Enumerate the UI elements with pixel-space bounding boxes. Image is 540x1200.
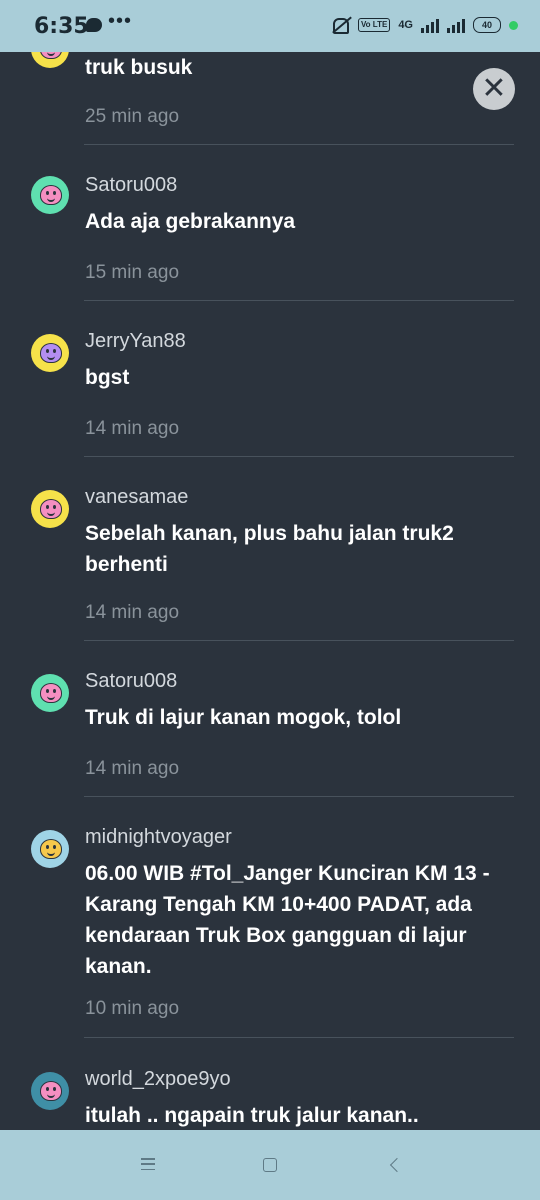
comment-time: 14 min ago (85, 758, 180, 779)
status-icons: Vo LTE 4G 40 (330, 16, 518, 34)
comment-text: Sebelah kanan, plus bahu jalan truk2 ber… (85, 522, 454, 576)
mute-icon (330, 16, 350, 34)
comment-time: 15 min ago (85, 262, 180, 283)
avatar[interactable] (31, 674, 69, 712)
comment-text: bgst (85, 366, 130, 389)
privacy-indicator-icon (509, 20, 518, 30)
comment-text: 06.00 WIB #Tol_Janger Kunciran KM 13 - K… (85, 862, 490, 978)
comment-text: itulah .. ngapain truk jalur kanan.. (85, 1104, 419, 1127)
comment-username[interactable]: Satoru008 (85, 670, 177, 693)
comment-username[interactable]: Satoru008 (85, 174, 177, 197)
comment-time: 25 min ago (85, 106, 180, 127)
comment-time: 10 min ago (85, 998, 180, 1019)
navigation-bar (0, 1130, 540, 1200)
comment-username[interactable]: vanesamae (85, 486, 188, 509)
avatar[interactable] (31, 176, 69, 214)
chat-notification-icon (86, 18, 102, 32)
comment-username[interactable]: world_2xpoe9yo (85, 1068, 231, 1091)
comment-time: 14 min ago (85, 418, 180, 439)
battery-icon: 40 (473, 17, 501, 33)
comment-feed[interactable]: truk busuk 25 min ago Satoru008 Ada aja … (0, 52, 540, 1130)
divider (84, 1037, 514, 1038)
close-button[interactable]: ✕ (473, 68, 515, 110)
divider (84, 144, 514, 145)
avatar[interactable] (31, 52, 69, 68)
more-notifications-icon: ••• (108, 10, 133, 32)
divider (84, 796, 514, 797)
divider (84, 640, 514, 641)
comment-text: Ada aja gebrakannya (85, 210, 296, 233)
avatar[interactable] (31, 490, 69, 528)
comment-username[interactable]: JerryYan88 (85, 330, 186, 353)
recents-icon[interactable] (141, 1158, 155, 1174)
signal-icon-2 (447, 17, 465, 33)
avatar[interactable] (31, 1072, 69, 1110)
signal-icon (421, 17, 439, 33)
status-bar: 6:35 ••• Vo LTE 4G 40 (0, 0, 540, 52)
back-icon[interactable] (389, 1157, 405, 1173)
avatar[interactable] (31, 334, 69, 372)
status-time: 6:35 (34, 14, 89, 39)
divider (84, 456, 514, 457)
divider (84, 300, 514, 301)
comment-text: truk busuk (85, 56, 193, 79)
comment-time: 14 min ago (85, 602, 180, 623)
home-icon[interactable] (263, 1158, 277, 1172)
comment-text: Truk di lajur kanan mogok, tolol (85, 706, 402, 729)
volte-icon: Vo LTE (357, 18, 391, 32)
network-type: 4G (398, 19, 413, 31)
avatar[interactable] (31, 830, 69, 868)
comment-username[interactable]: midnightvoyager (85, 826, 232, 849)
